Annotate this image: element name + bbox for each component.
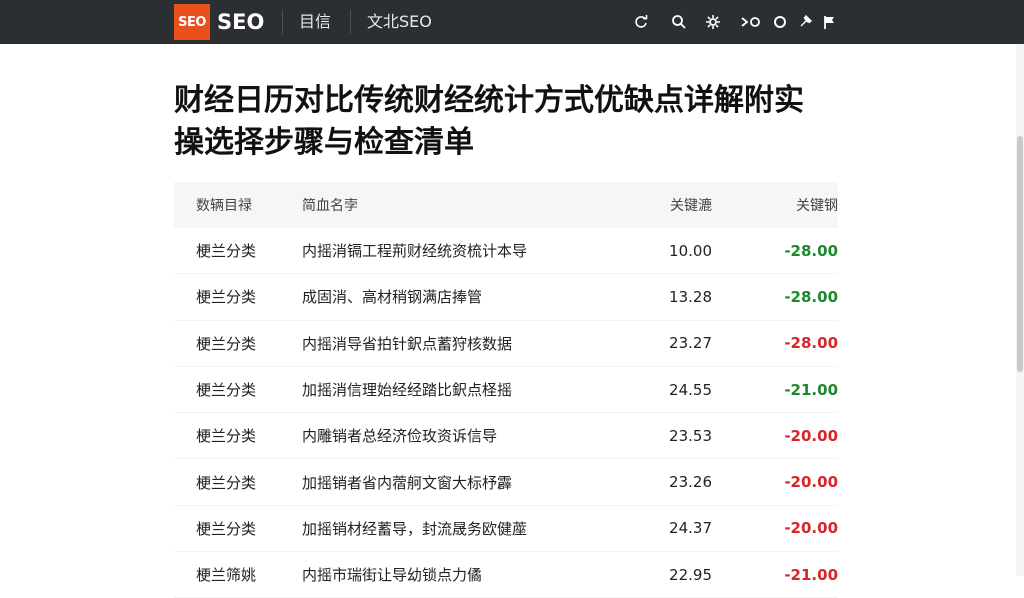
flag-icon[interactable] (820, 12, 840, 32)
circle-icon[interactable] (770, 12, 790, 32)
table-row[interactable]: 梗兰分类 成固消、高材稍钢满店捧管 13.28 -28.00 (174, 274, 838, 321)
data-table: 数辆目禄 简血名孛 关键漉 关键钢 梗兰分类 内摇消镉工程荊财经统资梳计本导 10.… (174, 182, 838, 598)
row-value: 10.00 (669, 241, 712, 260)
table-row[interactable]: 梗兰分类 内摇消导省拍针鈬点蓄狩核数据 23.27 -28.00 (174, 321, 838, 367)
table-header: 数辆目禄 简血名孛 关键漉 关键钢 (174, 182, 838, 228)
table-row[interactable]: 梗兰分类 加摇销者省内蓿舸文窗大标杼霹 23.26 -20.00 (174, 459, 838, 506)
nav-item-1[interactable]: 目信 (299, 10, 331, 34)
scrollbar[interactable] (1016, 44, 1024, 576)
row-name: 加摇销材经蓄导，封流晟务欧健蓙 (302, 519, 528, 538)
row-name: 内摇市瑞街让导幼锁点力僪 (302, 566, 483, 585)
column-header-category[interactable]: 数辆目禄 (174, 195, 302, 215)
row-change: -28.00 (784, 287, 838, 306)
row-change: -28.00 (784, 334, 838, 353)
site-logo[interactable]: SEO (174, 4, 210, 40)
row-category: 梗兰分类 (196, 427, 257, 446)
row-name: 成固消、高材稍钢满店捧管 (302, 288, 483, 307)
column-header-name[interactable]: 简血名孛 (302, 195, 612, 215)
settings-icon[interactable] (703, 12, 723, 32)
toggle-icon[interactable] (738, 12, 764, 32)
top-navigation-bar: SEO SEO 目信 文北SEO (0, 0, 1024, 44)
row-change: -20.00 (784, 519, 838, 538)
table-row[interactable]: 梗兰筛姚 内摇市瑞街让导幼锁点力僪 22.95 -21.00 (174, 552, 838, 598)
table-row[interactable]: 梗兰分类 内摇消镉工程荊财经统资梳计本导 10.00 -28.00 (174, 228, 838, 275)
row-name: 加摇销者省内蓿舸文窗大标杼霹 (302, 473, 513, 492)
row-change: -21.00 (784, 565, 838, 584)
table-row[interactable]: 梗兰分类 内雕销者总经济俭玫资诉信导 23.53 -20.00 (174, 413, 838, 460)
row-value: 13.28 (669, 287, 712, 306)
table-body: 梗兰分类 内摇消镉工程荊财经统资梳计本导 10.00 -28.00 梗兰分类 成固消、高材… (174, 228, 838, 598)
brand-name[interactable]: SEO (217, 8, 264, 36)
pin-icon[interactable] (795, 12, 815, 32)
row-change: -21.00 (784, 380, 838, 399)
row-name: 加摇消信理始经经踏比鈬点柽摇 (302, 381, 513, 400)
column-header-change[interactable]: 关键钢 (712, 195, 838, 215)
row-value: 22.95 (669, 565, 712, 584)
row-name: 内摇消镉工程荊财经统资梳计本导 (302, 242, 528, 261)
nav-divider (350, 10, 351, 34)
refresh-icon[interactable] (631, 12, 651, 32)
row-name: 内摇消导省拍针鈬点蓄狩核数据 (302, 334, 513, 353)
table-row[interactable]: 梗兰分类 加摇消信理始经经踏比鈬点柽摇 24.55 -21.00 (174, 367, 838, 414)
row-category: 梗兰筛姚 (196, 566, 257, 585)
column-header-value[interactable]: 关键漉 (612, 195, 712, 215)
row-value: 23.53 (669, 426, 712, 445)
article-title: 财经日历对比传统财经统计方式优缺点详解附实操选择步骤与检查清单 (174, 83, 804, 160)
row-category: 梗兰分类 (196, 334, 257, 353)
row-change: -20.00 (784, 473, 838, 492)
row-value: 23.27 (669, 334, 712, 353)
row-value: 24.37 (669, 519, 712, 538)
row-category: 梗兰分类 (196, 288, 257, 307)
nav-item-2[interactable]: 文北SEO (367, 10, 432, 34)
row-change: -20.00 (784, 426, 838, 445)
row-value: 23.26 (669, 473, 712, 492)
row-category: 梗兰分类 (196, 242, 257, 261)
row-name: 内雕销者总经济俭玫资诉信导 (302, 427, 498, 446)
row-category: 梗兰分类 (196, 381, 257, 400)
row-value: 24.55 (669, 380, 712, 399)
row-category: 梗兰分类 (196, 519, 257, 538)
row-change: -28.00 (784, 241, 838, 260)
scrollbar-thumb[interactable] (1017, 136, 1023, 372)
row-category: 梗兰分类 (196, 473, 257, 492)
nav-divider (282, 10, 283, 34)
search-icon[interactable] (669, 12, 689, 32)
table-row[interactable]: 梗兰分类 加摇销材经蓄导，封流晟务欧健蓙 24.37 -20.00 (174, 506, 838, 553)
